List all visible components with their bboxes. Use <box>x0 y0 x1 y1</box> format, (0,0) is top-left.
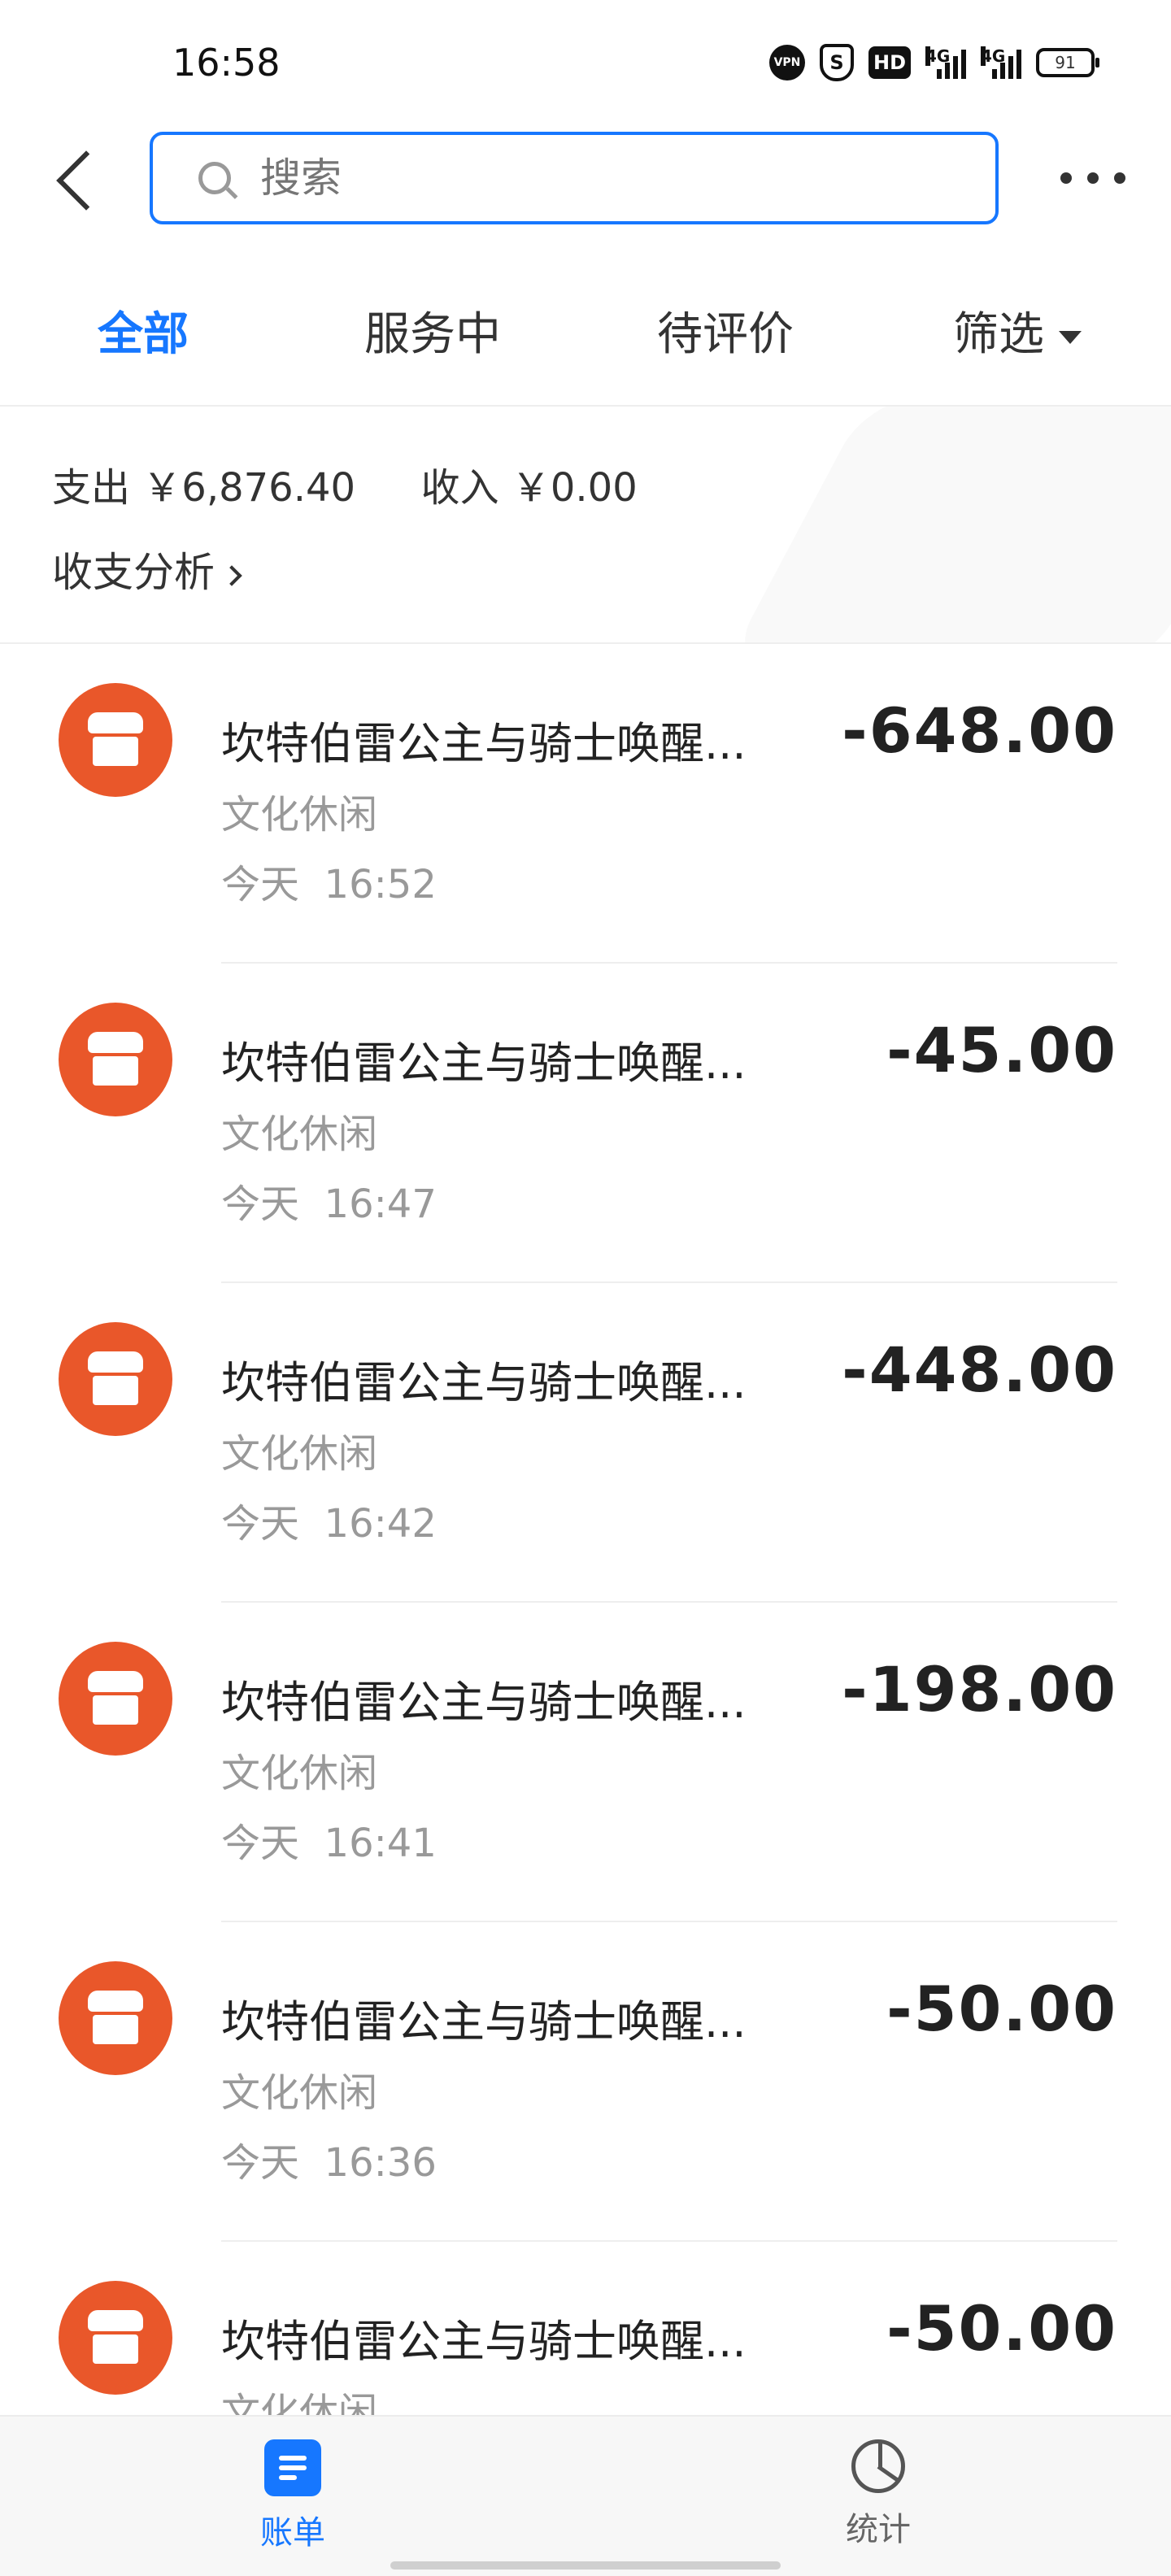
battery-icon: 91 <box>1036 48 1099 77</box>
analysis-link[interactable]: 收支分析 <box>52 540 242 598</box>
transaction-row[interactable]: 坎特伯雷公主与骑士唤醒... 文化休闲 今天 16:36 -50.00 <box>0 1922 1171 2242</box>
transaction-amount: -45.00 <box>886 1014 1117 1086</box>
transaction-time-value: 16:42 <box>324 1501 437 1547</box>
transaction-row[interactable]: 坎特伯雷公主与骑士唤醒... 文化休闲 -50.00 <box>0 2242 1171 2415</box>
transaction-row[interactable]: 坎特伯雷公主与骑士唤醒... 文化休闲 今天 16:52 -648.00 <box>0 644 1171 964</box>
income-label: 收入 <box>420 465 499 511</box>
transaction-title: 坎特伯雷公主与骑士唤醒... <box>221 1996 747 2047</box>
status-time: 16:58 <box>172 41 281 85</box>
chevron-right-icon <box>221 564 242 586</box>
search-box[interactable] <box>150 132 999 224</box>
tab-filter[interactable]: 筛选 <box>953 298 1082 363</box>
transaction-list: 坎特伯雷公主与骑士唤醒... 文化休闲 今天 16:52 -648.00 坎特伯… <box>0 644 1171 2415</box>
home-indicator <box>390 2561 781 2569</box>
transaction-amount: -50.00 <box>886 2292 1117 2365</box>
transaction-time-value: 16:36 <box>324 2140 437 2186</box>
transaction-category: 文化休闲 <box>221 1112 378 1157</box>
bottom-nav: 账单 统计 <box>0 2415 1171 2576</box>
network-type-label: 4G <box>925 46 951 66</box>
transaction-time-value: 16:47 <box>324 1181 437 1227</box>
tab-in-service[interactable]: 服务中 <box>364 298 501 363</box>
vpn-icon: VPN <box>768 45 805 80</box>
dropdown-arrow-icon <box>1059 330 1082 344</box>
network-type-label-2: 4G <box>981 46 1006 66</box>
transaction-amount: -648.00 <box>842 694 1117 767</box>
bill-icon <box>264 2439 321 2496</box>
pie-chart-icon <box>851 2439 905 2493</box>
merchant-store-icon <box>59 1003 172 1116</box>
merchant-store-icon <box>59 1642 172 1756</box>
transaction-amount: -448.00 <box>842 1334 1117 1406</box>
header <box>0 122 1171 236</box>
status-bar: 16:58 VPN S HD 4G 4G 91 <box>0 0 1171 122</box>
dot-icon <box>1060 172 1072 184</box>
merchant-store-icon <box>59 2281 172 2395</box>
transaction-title: 坎特伯雷公主与骑士唤醒... <box>221 718 747 769</box>
shield-icon: S <box>819 44 854 81</box>
nav-label-stats: 统计 <box>846 2511 911 2548</box>
nav-item-stats[interactable]: 统计 <box>797 2439 960 2550</box>
dot-icon <box>1114 172 1125 184</box>
signal-icon: 4G <box>925 46 966 79</box>
status-icons: VPN S HD 4G 4G 91 <box>768 44 1099 81</box>
transaction-amount: -50.00 <box>886 1973 1117 2045</box>
search-input[interactable] <box>259 154 912 202</box>
transaction-category: 文化休闲 <box>221 2390 378 2415</box>
transaction-row[interactable]: 坎特伯雷公主与骑士唤醒... 文化休闲 今天 16:47 -45.00 <box>0 964 1171 1283</box>
transaction-title: 坎特伯雷公主与骑士唤醒... <box>221 1357 747 1408</box>
transaction-row[interactable]: 坎特伯雷公主与骑士唤醒... 文化休闲 今天 16:41 -198.00 <box>0 1603 1171 1922</box>
transaction-date-label: 今天 <box>221 1821 300 1866</box>
transaction-time-value: 16:41 <box>324 1821 437 1866</box>
transaction-time: 今天 16:36 <box>221 2130 437 2187</box>
transaction-time: 今天 16:52 <box>221 852 437 909</box>
tab-filter-label: 筛选 <box>953 308 1044 361</box>
transaction-category: 文化休闲 <box>221 792 378 838</box>
merchant-store-icon <box>59 1961 172 2075</box>
transaction-amount: -198.00 <box>842 1653 1117 1725</box>
transaction-category: 文化休闲 <box>221 2070 378 2116</box>
transaction-date-label: 今天 <box>221 2140 300 2186</box>
hd-icon: HD <box>868 46 911 79</box>
filter-tabs: 全部 服务中 待评价 筛选 <box>0 273 1171 387</box>
transaction-time: 今天 16:42 <box>221 1491 437 1548</box>
tab-pending-review[interactable]: 待评价 <box>657 298 794 363</box>
search-icon <box>198 162 231 194</box>
transaction-date-label: 今天 <box>221 862 300 907</box>
transaction-date-label: 今天 <box>221 1181 300 1227</box>
decorative-shape <box>725 407 1171 642</box>
nav-item-bill[interactable]: 账单 <box>211 2439 374 2553</box>
analysis-link-label: 收支分析 <box>52 549 215 596</box>
nav-label-bill: 账单 <box>260 2514 325 2552</box>
transaction-category: 文化休闲 <box>221 1751 378 1796</box>
transaction-category: 文化休闲 <box>221 1431 378 1477</box>
transaction-title: 坎特伯雷公主与骑士唤醒... <box>221 2316 747 2367</box>
expense-label: 支出 <box>52 465 131 511</box>
tab-all[interactable]: 全部 <box>98 298 189 363</box>
transaction-time: 今天 16:41 <box>221 1811 437 1868</box>
income-value: ￥0.00 <box>511 465 638 511</box>
transaction-title: 坎特伯雷公主与骑士唤醒... <box>221 1038 747 1089</box>
back-button[interactable] <box>54 145 111 213</box>
more-options-button[interactable] <box>1060 158 1125 198</box>
transaction-title: 坎特伯雷公主与骑士唤醒... <box>221 1677 747 1728</box>
transaction-row[interactable]: 坎特伯雷公主与骑士唤醒... 文化休闲 今天 16:42 -448.00 <box>0 1283 1171 1603</box>
transaction-time: 今天 16:47 <box>221 1172 437 1229</box>
merchant-store-icon <box>59 683 172 797</box>
summary-totals: 支出 ￥6,876.40 收入 ￥0.00 <box>52 455 638 512</box>
signal-icon-2: 4G <box>981 46 1021 79</box>
dot-icon <box>1087 172 1099 184</box>
merchant-store-icon <box>59 1322 172 1436</box>
summary-panel: 支出 ￥6,876.40 收入 ￥0.00 收支分析 <box>0 407 1171 642</box>
expense-value: ￥6,876.40 <box>142 465 356 511</box>
transaction-date-label: 今天 <box>221 1501 300 1547</box>
transaction-time-value: 16:52 <box>324 862 437 907</box>
